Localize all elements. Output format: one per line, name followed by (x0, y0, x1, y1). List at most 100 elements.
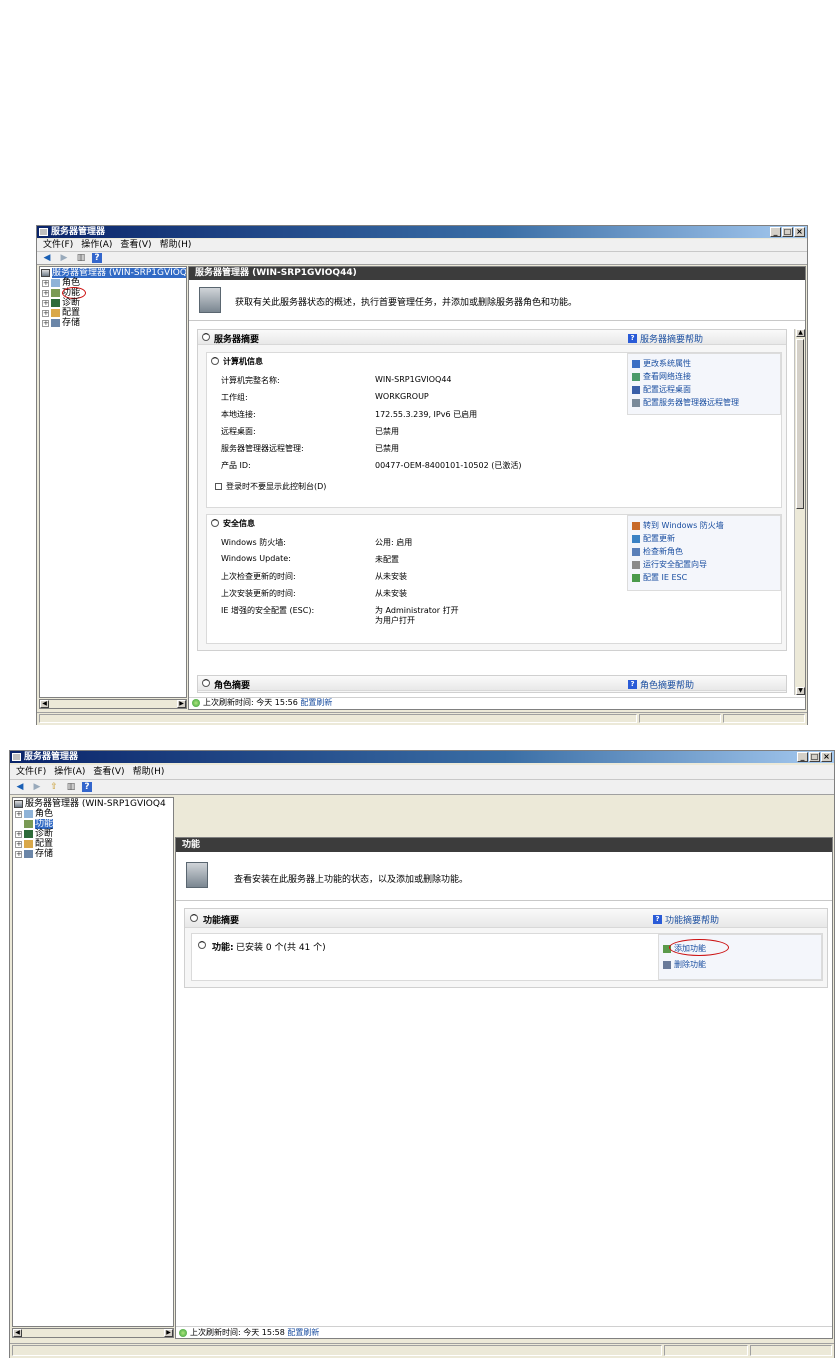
status-segment (639, 714, 721, 723)
expand-icon[interactable]: + (42, 289, 49, 297)
menu-view[interactable]: 查看(V) (120, 239, 151, 251)
forward-arrow-icon[interactable]: ▶ (58, 253, 70, 263)
roles-icon (51, 279, 60, 287)
refresh-arrows-icon (632, 547, 640, 556)
task-configure-remote-management[interactable]: 配置服务器管理器远程管理 (632, 397, 739, 408)
back-arrow-icon[interactable]: ◀ (41, 253, 53, 263)
collapse-icon[interactable]: ^ (202, 679, 210, 687)
task-run-security-wizard[interactable]: 运行安全配置向导 (632, 559, 707, 570)
close-button[interactable]: × (794, 227, 805, 237)
help-icon[interactable]: ? (92, 253, 102, 263)
tree-root-label: 服务器管理器 (WIN-SRP1GVIOQ4 (25, 799, 166, 809)
expand-icon[interactable]: + (15, 840, 22, 848)
expand-icon[interactable]: + (15, 830, 22, 838)
tree-root[interactable]: 服务器管理器 (WIN-SRP1GVIOQ4 (14, 799, 166, 809)
task-configure-updates[interactable]: 配置更新 (632, 533, 675, 544)
forward-arrow-icon[interactable]: ▶ (31, 782, 43, 792)
task-view-network-connections[interactable]: 查看网络连接 (632, 371, 691, 382)
tree-item-features[interactable]: 功能 (24, 819, 54, 829)
scroll-left-button[interactable]: ◀ (13, 1329, 22, 1337)
collapse-icon[interactable]: ^ (198, 941, 206, 949)
expand-icon[interactable]: + (15, 850, 22, 858)
collapse-icon[interactable]: ^ (202, 333, 210, 341)
tree-item-storage[interactable]: + 存储 (15, 849, 53, 859)
minimize-button[interactable]: _ (770, 227, 781, 237)
task-change-system-properties[interactable]: 更改系统属性 (632, 358, 691, 369)
menu-action[interactable]: 操作(A) (54, 765, 85, 779)
menu-view[interactable]: 查看(V) (93, 765, 124, 779)
task-configure-remote-desktop[interactable]: 配置远程桌面 (632, 384, 691, 395)
features-line-label: 功能: (212, 943, 234, 953)
server-summary-section: ^ 服务器摘要 ? 服务器摘要帮助 ^ 计算机信息 计算机完整名称: WIN-S… (197, 329, 787, 651)
tree-horizontal-scrollbar[interactable]: ◀ ▶ (39, 699, 187, 709)
configure-refresh-link[interactable]: 配置刷新 (300, 698, 332, 707)
checkbox-box[interactable] (215, 483, 222, 490)
configure-refresh-link[interactable]: 配置刷新 (287, 1328, 319, 1337)
menu-file[interactable]: 文件(F) (16, 765, 46, 779)
roles-summary-help-link[interactable]: ? 角色摘要帮助 (628, 678, 694, 691)
tree-item-storage[interactable]: + 存储 (42, 318, 80, 328)
tree-item-configuration[interactable]: + 配置 (15, 839, 53, 849)
dont-show-console-checkbox[interactable]: 登录时不要显示此控制台(D) (215, 481, 326, 492)
expand-icon[interactable]: + (15, 810, 22, 818)
help-icon[interactable]: ? (82, 782, 92, 792)
tree-root[interactable]: 服务器管理器 (WIN-SRP1GVIOQ4 (41, 268, 186, 278)
refresh-icon[interactable] (179, 1329, 187, 1337)
show-hide-tree-icon[interactable]: ▥ (65, 782, 77, 792)
scroll-left-button[interactable]: ◀ (40, 700, 49, 708)
expand-icon[interactable]: + (42, 279, 49, 287)
task-configure-ie-esc[interactable]: 配置 IE ESC (632, 572, 687, 583)
features-status-subsection: ^ 功能: 已安装 0 个(共 41 个) 添加功能 删除功能 (191, 933, 823, 981)
up-level-icon[interactable]: ⇧ (48, 782, 60, 792)
task-label: 配置远程桌面 (643, 385, 691, 394)
status-segment (750, 1345, 832, 1356)
back-arrow-icon[interactable]: ◀ (14, 782, 26, 792)
expand-icon[interactable]: + (42, 309, 49, 317)
server-summary-title: 服务器摘要 (214, 335, 260, 345)
collapse-icon[interactable]: ^ (211, 357, 219, 365)
tree-item-diagnostics[interactable]: + 诊断 (15, 829, 53, 839)
server-summary-help-link[interactable]: ? 服务器摘要帮助 (628, 332, 703, 345)
features-line-value: 已安装 0 个(共 41 个) (236, 943, 326, 953)
scroll-up-button[interactable]: ▲ (796, 329, 805, 337)
close-button[interactable]: × (821, 752, 832, 762)
scroll-right-button[interactable]: ▶ (177, 700, 186, 708)
menu-action[interactable]: 操作(A) (81, 239, 112, 251)
tree-item-roles[interactable]: + 角色 (15, 809, 53, 819)
minimize-button[interactable]: _ (797, 752, 808, 762)
navigation-tree: 服务器管理器 (WIN-SRP1GVIOQ4 + 角色 功能 + 诊断 + 配置… (12, 797, 174, 1327)
task-label: 转到 Windows 防火墙 (643, 521, 724, 530)
scroll-right-button[interactable]: ▶ (164, 1329, 173, 1337)
kv-label: 产品 ID: (221, 461, 251, 470)
collapse-icon[interactable]: ^ (190, 914, 198, 922)
menu-help[interactable]: 帮助(H) (160, 239, 192, 251)
task-go-to-firewall[interactable]: 转到 Windows 防火墙 (632, 520, 724, 531)
expand-icon[interactable]: + (42, 319, 49, 327)
content-vertical-scrollbar[interactable]: ▲ ▼ (794, 329, 805, 695)
expand-icon[interactable]: + (42, 299, 49, 307)
scroll-down-button[interactable]: ▼ (796, 687, 805, 695)
tree-horizontal-scrollbar[interactable]: ◀ ▶ (12, 1328, 174, 1338)
maximize-button[interactable]: □ (782, 227, 793, 237)
show-hide-tree-icon[interactable]: ▥ (75, 253, 87, 263)
menu-file[interactable]: 文件(F) (43, 239, 73, 251)
security-info-title: 安全信息 (223, 519, 255, 528)
task-label: 配置服务器管理器远程管理 (643, 398, 739, 407)
intro-area: 获取有关此服务器状态的概述，执行首要管理任务，并添加或删除服务器角色和功能。 (189, 280, 805, 321)
task-remove-features[interactable]: 删除功能 (663, 959, 706, 970)
features-summary-help-link[interactable]: ? 功能摘要帮助 (653, 913, 719, 926)
tree-item-diagnostics[interactable]: + 诊断 (42, 298, 80, 308)
intro-text: 获取有关此服务器状态的概述，执行首要管理任务，并添加或删除服务器角色和功能。 (235, 298, 578, 308)
title-bar: 服务器管理器 _ □ × (10, 751, 834, 763)
refresh-icon[interactable] (192, 699, 200, 707)
maximize-button[interactable]: □ (809, 752, 820, 762)
menu-help[interactable]: 帮助(H) (133, 765, 165, 779)
tree-item-configuration[interactable]: + 配置 (42, 308, 80, 318)
task-check-new-roles[interactable]: 检查新角色 (632, 546, 683, 557)
scroll-thumb[interactable] (796, 339, 804, 509)
diagnostics-icon (51, 299, 60, 307)
status-bar (37, 712, 807, 725)
kv-label: 本地连接: (221, 410, 256, 419)
help-icon: ? (653, 915, 662, 924)
collapse-icon[interactable]: ^ (211, 519, 219, 527)
